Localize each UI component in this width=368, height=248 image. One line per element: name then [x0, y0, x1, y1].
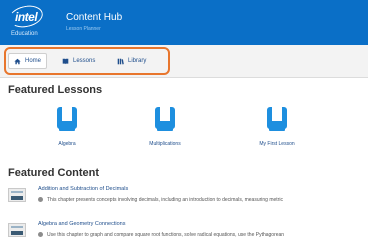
content-item[interactable]: Algebra and Geometry Connections Use thi…	[8, 220, 368, 248]
lesson-card-multiplications[interactable]: Multiplications	[120, 106, 210, 147]
book-icon	[154, 106, 176, 132]
info-icon	[38, 197, 43, 202]
lesson-label: Algebra	[58, 141, 76, 147]
app-title: Content Hub	[66, 12, 123, 23]
lesson-label: My First Lesson	[259, 141, 295, 147]
content-description-text: This chapter presents concepts involving…	[47, 197, 283, 203]
tab-lessons[interactable]: Lessons	[56, 53, 101, 69]
book-icon	[266, 106, 288, 132]
lesson-card-my-first-lesson[interactable]: My First Lesson	[232, 106, 322, 147]
content-item[interactable]: Addition and Subtraction of Decimals Thi…	[8, 185, 368, 213]
tab-home[interactable]: Home	[8, 53, 48, 69]
home-icon	[14, 58, 21, 65]
tab-library-label: Library	[128, 58, 147, 64]
logo-text: intel	[15, 10, 38, 24]
app-subtitle: Lesson Planner	[66, 26, 101, 32]
tab-home-label: Home	[25, 58, 42, 64]
tab-library[interactable]: Library	[111, 53, 152, 69]
book-icon	[62, 58, 69, 65]
content-description: This chapter presents concepts involving…	[38, 197, 368, 203]
content-thumbnail	[8, 188, 26, 202]
content-title-link[interactable]: Algebra and Geometry Connections	[38, 221, 125, 227]
intel-education-logo[interactable]: intel Education	[7, 2, 45, 41]
nav-bar: Home Lessons Library	[0, 45, 368, 78]
book-icon	[56, 106, 78, 132]
app-header: intel Education Content Hub Lesson Plann…	[0, 0, 368, 45]
lesson-card-algebra[interactable]: Algebra	[22, 106, 112, 147]
logo-subtext: Education	[11, 31, 38, 37]
library-icon	[117, 58, 124, 65]
content-description-text: Use this chapter to graph and compare sq…	[47, 232, 285, 238]
featured-lessons-heading: Featured Lessons	[8, 84, 103, 96]
info-icon	[38, 232, 43, 237]
tab-lessons-label: Lessons	[73, 58, 96, 64]
content-description: Use this chapter to graph and compare sq…	[38, 232, 368, 238]
content-title-link[interactable]: Addition and Subtraction of Decimals	[38, 186, 128, 192]
content-thumbnail	[8, 223, 26, 237]
lesson-label: Multiplications	[149, 141, 181, 147]
featured-content-heading: Featured Content	[8, 167, 100, 179]
